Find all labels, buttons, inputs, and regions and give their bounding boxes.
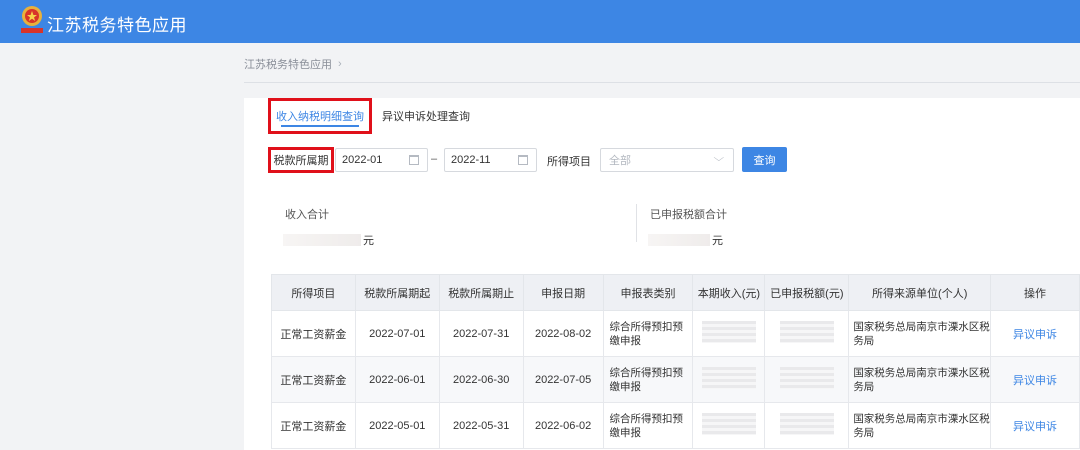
current-income-cell bbox=[692, 356, 766, 403]
column-header: 税款所属期起 bbox=[354, 274, 440, 311]
query-button[interactable]: 查询 bbox=[742, 147, 787, 172]
breadcrumb: 江苏税务特色应用 › bbox=[244, 56, 342, 72]
tax-period-label: 税款所属期 bbox=[268, 147, 334, 173]
income-total-unit: 元 bbox=[363, 235, 374, 247]
tab-objection-appeal[interactable]: 异议申诉处理查询 bbox=[382, 98, 470, 134]
declare-date-cell: 2022-06-02 bbox=[522, 402, 604, 449]
table-header-row: 所得项目 税款所属期起 税款所属期止 申报日期 申报表类别 本期收入(元) 已申… bbox=[271, 274, 1080, 311]
form-type-cell: 综合所得预扣预缴申报 bbox=[602, 310, 694, 357]
start-date-picker[interactable]: 2022-01 bbox=[335, 148, 428, 172]
date-range-separator: – bbox=[431, 153, 438, 165]
app-title: 江苏税务特色应用 bbox=[47, 16, 187, 35]
column-header: 申报表类别 bbox=[602, 274, 694, 311]
main-content-card: 收入纳税明细查询 异议申诉处理查询 税款所属期 2022-01 – 2022-1… bbox=[244, 98, 1080, 450]
tab-income-tax-detail[interactable]: 收入纳税明细查询 bbox=[268, 98, 372, 134]
breadcrumb-divider bbox=[244, 82, 1080, 83]
column-header: 本期收入(元) bbox=[692, 274, 766, 311]
redacted-value bbox=[779, 413, 834, 435]
redacted-value bbox=[779, 321, 834, 343]
income-total-label: 收入合计 bbox=[285, 209, 329, 221]
redacted-value bbox=[648, 234, 710, 246]
income-item-select[interactable]: 全部 ⌵ bbox=[600, 148, 734, 172]
redacted-value bbox=[701, 413, 756, 435]
chevron-down-icon: ⌵ bbox=[713, 153, 725, 164]
income-item-value: 全部 bbox=[609, 155, 631, 167]
end-date-value: 2022-11 bbox=[451, 154, 491, 166]
redacted-value bbox=[701, 367, 756, 389]
objection-appeal-link[interactable]: 异议申诉 bbox=[990, 310, 1080, 357]
income-detail-table: 所得项目 税款所属期起 税款所属期止 申报日期 申报表类别 本期收入(元) 已申… bbox=[271, 274, 1080, 449]
summary-divider bbox=[636, 204, 637, 242]
current-income-cell bbox=[692, 402, 766, 449]
period-start-cell: 2022-05-01 bbox=[354, 402, 440, 449]
declared-tax-total-label: 已申报税额合计 bbox=[650, 209, 727, 221]
form-type-cell: 综合所得预扣预缴申报 bbox=[602, 356, 694, 403]
source-unit-cell: 国家税务总局南京市溧水区税务局 bbox=[848, 356, 992, 403]
form-type-cell: 综合所得预扣预缴申报 bbox=[602, 402, 694, 449]
left-sidebar bbox=[0, 43, 228, 450]
declare-date-cell: 2022-08-02 bbox=[522, 310, 604, 357]
objection-appeal-link[interactable]: 异议申诉 bbox=[990, 356, 1080, 403]
objection-appeal-link[interactable]: 异议申诉 bbox=[990, 402, 1080, 449]
income-item-label: 所得项目 bbox=[547, 156, 591, 168]
period-start-cell: 2022-07-01 bbox=[354, 310, 440, 357]
declared-tax-cell bbox=[764, 310, 850, 357]
column-header: 已申报税额(元) bbox=[764, 274, 850, 311]
current-income-cell bbox=[692, 310, 766, 357]
table-row: 正常工资薪金 2022-06-01 2022-06-30 2022-07-05 … bbox=[271, 356, 1080, 403]
tax-emblem-icon bbox=[21, 6, 43, 33]
declare-date-cell: 2022-07-05 bbox=[522, 356, 604, 403]
column-header: 所得来源单位(个人) bbox=[848, 274, 992, 311]
calendar-icon bbox=[518, 155, 528, 165]
tab-label: 异议申诉处理查询 bbox=[382, 111, 470, 123]
declared-tax-total-block: 已申报税额合计 元 bbox=[648, 206, 727, 248]
column-header: 操作 bbox=[990, 274, 1080, 311]
redacted-value bbox=[283, 234, 361, 246]
income-item-cell: 正常工资薪金 bbox=[271, 402, 356, 449]
income-total-block: 收入合计 元 bbox=[283, 206, 374, 248]
table-row: 正常工资薪金 2022-07-01 2022-07-31 2022-08-02 … bbox=[271, 310, 1080, 357]
breadcrumb-item[interactable]: 江苏税务特色应用 bbox=[244, 56, 332, 72]
declared-tax-cell bbox=[764, 356, 850, 403]
start-date-value: 2022-01 bbox=[342, 154, 383, 166]
chevron-right-icon: › bbox=[338, 58, 342, 70]
table-row: 正常工资薪金 2022-05-01 2022-05-31 2022-06-02 … bbox=[271, 402, 1080, 449]
tab-label: 收入纳税明细查询 bbox=[276, 111, 364, 123]
income-item-cell: 正常工资薪金 bbox=[271, 356, 356, 403]
period-end-cell: 2022-05-31 bbox=[438, 402, 524, 449]
source-unit-cell: 国家税务总局南京市溧水区税务局 bbox=[848, 402, 992, 449]
source-unit-cell: 国家税务总局南京市溧水区税务局 bbox=[848, 310, 992, 357]
end-date-picker[interactable]: 2022-11 bbox=[444, 148, 537, 172]
income-item-cell: 正常工资薪金 bbox=[271, 310, 356, 357]
calendar-icon bbox=[409, 155, 419, 165]
column-header: 所得项目 bbox=[271, 274, 356, 311]
period-start-cell: 2022-06-01 bbox=[354, 356, 440, 403]
top-header-bar: 江苏税务特色应用 bbox=[0, 0, 1080, 43]
column-header: 税款所属期止 bbox=[438, 274, 524, 311]
redacted-value bbox=[701, 321, 756, 343]
declared-tax-total-unit: 元 bbox=[712, 235, 723, 247]
column-header: 申报日期 bbox=[522, 274, 604, 311]
period-end-cell: 2022-07-31 bbox=[438, 310, 524, 357]
redacted-value bbox=[779, 367, 834, 389]
period-end-cell: 2022-06-30 bbox=[438, 356, 524, 403]
declared-tax-cell bbox=[764, 402, 850, 449]
